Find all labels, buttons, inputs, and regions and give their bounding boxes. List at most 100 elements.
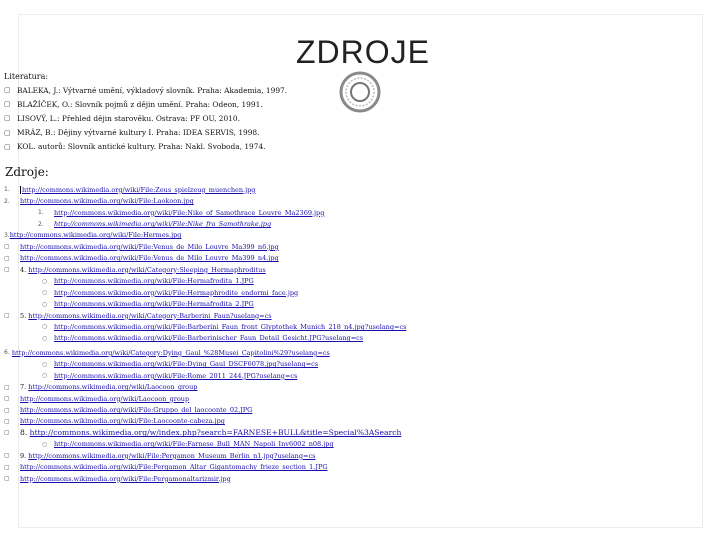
bullet-icon: ▢ — [4, 254, 10, 262]
circle-ornament-icon — [339, 71, 381, 113]
list-item: ▢ http://commons.wikimedia.org/wiki/File:… — [0, 404, 720, 415]
literatura-item-text: BALEKA, J.: Výtvarné umění, výkladový sl… — [17, 85, 288, 95]
source-link[interactable]: http://commons.wikimedia.org/wiki/File:N… — [54, 220, 271, 228]
list-number: 8. — [20, 428, 28, 438]
list-item: ▢ http://commons.wikimedia.org/wiki/File:… — [0, 416, 720, 427]
literatura-list: ▢ BALEKA, J.: Výtvarné umění, výkladový s… — [4, 83, 287, 154]
list-number: 6. — [4, 349, 10, 357]
list-number: 4. — [20, 265, 27, 274]
source-link[interactable]: http://commons.wikimedia.org/wiki/Laocoo… — [20, 395, 189, 403]
source-link[interactable]: http://commons.wikimedia.org/wiki/File:H… — [54, 300, 254, 308]
list-item: ▢ 9. http://commons.wikimedia.org/wiki/Fi… — [0, 450, 720, 461]
bullet-icon: ▢ — [4, 475, 10, 483]
literatura-label: Literatura: — [4, 72, 49, 81]
circle-bullet-icon: ○ — [42, 334, 48, 342]
list-item: ○ http://commons.wikimedia.org/wiki/File:… — [0, 370, 720, 381]
list-item: 2. http://commons.wikimedia.org/wiki/File… — [0, 195, 720, 206]
bullet-icon: ▢ — [4, 406, 10, 414]
source-link[interactable]: http://commons.wikimedia.org/wiki/File:B… — [54, 323, 406, 331]
circle-bullet-icon: ○ — [42, 372, 48, 380]
bullet-icon: ▢ — [4, 100, 11, 109]
literatura-item-text: KOL. autorů: Slovník antické kultury. Pr… — [17, 142, 266, 152]
source-link[interactable]: http://commons.wikimedia.org/wiki/File:G… — [20, 406, 252, 414]
list-item: ▢ KOL. autorů: Slovník antické kultury. P… — [4, 140, 287, 154]
list-number: 1. — [4, 186, 10, 194]
list-item: ▢ 4. http://commons.wikimedia.org/wiki/Ca… — [0, 264, 720, 275]
source-link[interactable]: http://commons.wikimedia.org/wiki/File:N… — [54, 209, 324, 217]
source-link[interactable]: http://commons.wikimedia.org/w/index.php… — [30, 428, 402, 437]
literatura-item-text: LISOVÝ, L.: Přehled dějin starověku. Ost… — [17, 113, 240, 123]
list-item: ▢ BALEKA, J.: Výtvarné umění, výkladový s… — [4, 83, 287, 97]
list-number: 5. — [20, 311, 27, 320]
list-item: ▢ http://commons.wikimedia.org/wiki/File:… — [0, 241, 720, 252]
bullet-icon: ▢ — [4, 243, 10, 251]
source-link[interactable]: http://commons.wikimedia.org/wiki/Laocoo… — [28, 383, 197, 391]
list-item: ▢ http://commons.wikimedia.org/wiki/Laoco… — [0, 393, 720, 404]
source-link[interactable]: http://commons.wikimedia.org/wiki/Catego… — [28, 266, 265, 274]
list-item: ▢ BLAŽÍČEK, O.: Slovník pojmů z dějin umě… — [4, 97, 287, 111]
source-link[interactable]: http://commons.wikimedia.org/wiki/File:B… — [54, 334, 363, 342]
circle-bullet-icon: ○ — [42, 360, 48, 368]
bullet-icon: ▢ — [4, 312, 10, 320]
slide-title: ZDROJE — [296, 34, 430, 70]
bullet-icon: ▢ — [4, 429, 10, 437]
source-link[interactable]: http://commons.wikimedia.org/wiki/File:L… — [20, 417, 225, 425]
list-number: 1. — [38, 209, 44, 217]
list-item: 2. http://commons.wikimedia.org/wiki/File… — [0, 218, 720, 229]
bullet-icon: ▢ — [4, 266, 10, 274]
list-item: ▢ LISOVÝ, L.: Přehled dějin starověku. Os… — [4, 111, 287, 125]
literatura-item-text: BLAŽÍČEK, O.: Slovník pojmů z dějin uměn… — [17, 99, 263, 109]
source-link[interactable]: http://commons.wikimedia.org/wiki/File:L… — [20, 197, 194, 205]
list-number: 9. — [20, 451, 27, 460]
list-item: ▢ 7. http://commons.wikimedia.org/wiki/La… — [0, 381, 720, 392]
source-link[interactable]: http://commons.wikimedia.org/wiki/File:V… — [20, 243, 279, 251]
bullet-icon: ▢ — [4, 128, 11, 137]
circle-bullet-icon: ○ — [42, 440, 48, 448]
list-item: ▢ 8. http://commons.wikimedia.org/w/index… — [0, 427, 720, 438]
list-item: ○ http://commons.wikimedia.org/wiki/File:… — [0, 333, 720, 344]
list-number: 2. — [38, 220, 44, 228]
list-item: ▢ MRÁZ, B.: Dějiny výtvarné kultury I. Pr… — [4, 126, 287, 140]
source-link[interactable]: http://commons.wikimedia.org/wiki/File:F… — [54, 440, 334, 448]
bullet-icon: ▢ — [4, 417, 10, 425]
list-item: ○ http://commons.wikimedia.org/wiki/File:… — [0, 287, 720, 298]
source-link[interactable]: http://commons.wikimedia.org/wiki/File:Z… — [22, 186, 255, 194]
list-item: ○ http://commons.wikimedia.org/wiki/File:… — [0, 359, 720, 370]
list-item: ○ http://commons.wikimedia.org/wiki/File:… — [0, 276, 720, 287]
list-item: ▢ 5. http://commons.wikimedia.org/wiki/Ca… — [0, 310, 720, 321]
list-item: 3. http://commons.wikimedia.org/wiki/File… — [0, 230, 720, 241]
text-cursor — [20, 185, 21, 194]
bullet-icon: ▢ — [4, 86, 11, 95]
source-link[interactable]: http://commons.wikimedia.org/wiki/File:H… — [54, 289, 298, 297]
bullet-icon: ▢ — [4, 452, 10, 460]
circle-bullet-icon: ○ — [42, 277, 48, 285]
list-item: ▢ http://commons.wikimedia.org/wiki/File:… — [0, 253, 720, 264]
source-link[interactable]: http://commons.wikimedia.org/wiki/File:P… — [20, 463, 328, 471]
source-link[interactable]: http://commons.wikimedia.org/wiki/File:R… — [54, 372, 297, 380]
list-item: ○ http://commons.wikimedia.org/wiki/File:… — [0, 439, 720, 450]
list-item: ○ http://commons.wikimedia.org/wiki/File:… — [0, 298, 720, 309]
bullet-icon: ▢ — [4, 142, 11, 151]
bullet-icon: ▢ — [4, 463, 10, 471]
bullet-icon: ▢ — [4, 114, 11, 123]
list-number: 2. — [4, 197, 10, 205]
list-item: 1. http://commons.wikimedia.org/wiki/File… — [0, 207, 720, 218]
source-link[interactable]: http://commons.wikimedia.org/wiki/File:H… — [10, 231, 182, 239]
zdroje-list: 1. http://commons.wikimedia.org/wiki/File… — [0, 184, 720, 484]
literatura-item-text: MRÁZ, B.: Dějiny výtvarné kultury I. Pra… — [17, 128, 260, 138]
source-link[interactable]: http://commons.wikimedia.org/wiki/Catego… — [28, 312, 271, 320]
list-item: ▢ http://commons.wikimedia.org/wiki/File:… — [0, 473, 720, 484]
list-item: ▢ http://commons.wikimedia.org/wiki/File:… — [0, 462, 720, 473]
circle-bullet-icon: ○ — [42, 289, 48, 297]
source-link[interactable]: http://commons.wikimedia.org/wiki/File:V… — [20, 254, 279, 262]
source-link[interactable]: http://commons.wikimedia.org/wiki/File:H… — [54, 277, 254, 285]
source-link[interactable]: http://commons.wikimedia.org/wiki/File:D… — [54, 360, 318, 368]
source-link[interactable]: http://commons.wikimedia.org/wiki/File:P… — [20, 475, 231, 483]
source-link[interactable]: http://commons.wikimedia.org/wiki/Catego… — [12, 349, 330, 357]
list-item: 6. http://commons.wikimedia.org/wiki/Cat… — [0, 347, 720, 358]
list-number: 7. — [20, 383, 27, 392]
source-link[interactable]: http://commons.wikimedia.org/wiki/File:P… — [28, 452, 315, 460]
zdroje-heading: Zdroje: — [5, 165, 49, 179]
bullet-icon: ▢ — [4, 383, 10, 391]
circle-bullet-icon: ○ — [42, 323, 48, 331]
